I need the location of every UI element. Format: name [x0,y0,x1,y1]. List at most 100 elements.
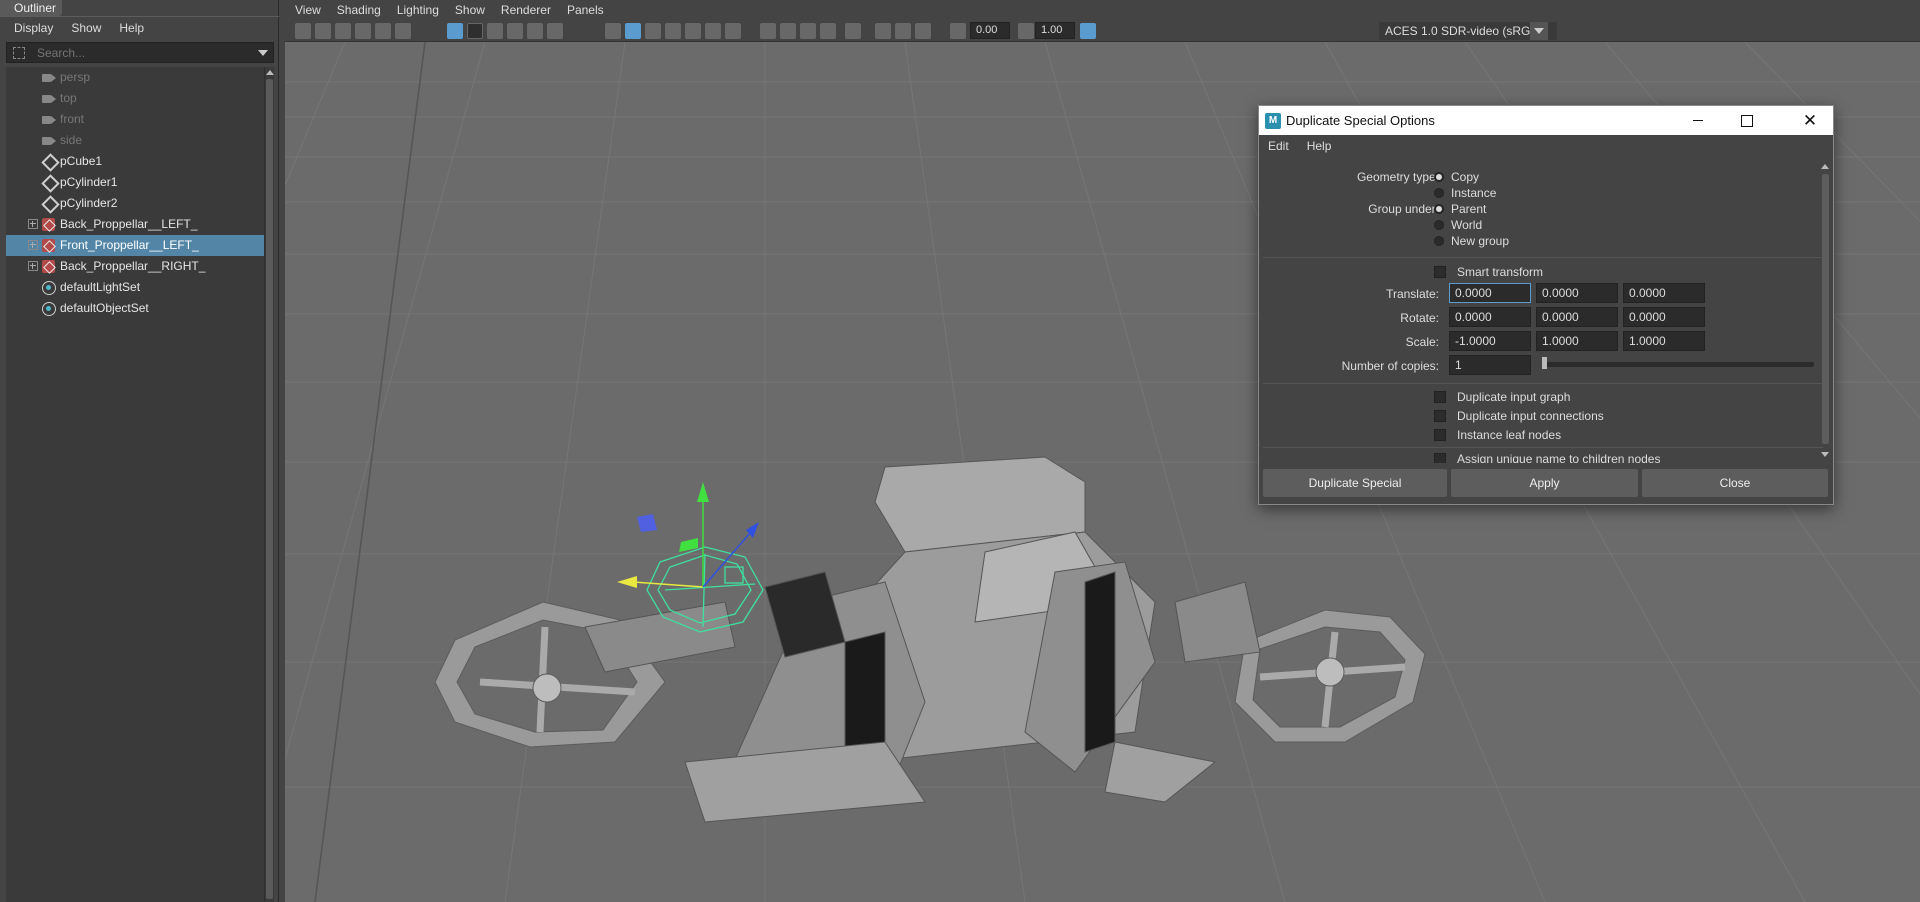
copies-slider-handle[interactable] [1542,357,1547,369]
dialog-scrollbar[interactable] [1820,162,1831,462]
menu-edit[interactable]: Edit [1268,139,1289,153]
shadows-icon[interactable] [725,23,741,39]
image-plane-icon[interactable] [335,23,351,39]
camera-select-icon[interactable] [295,23,311,39]
outliner-row[interactable]: Back_Proppellar__LEFT_ [6,214,264,235]
outliner-row[interactable]: Front_Proppellar__LEFT_ [6,235,264,256]
scale-y-field[interactable]: 1.0000 [1536,331,1618,351]
film-gate-icon[interactable] [467,23,483,39]
assign-unique-name-checkbox[interactable] [1434,453,1446,463]
gamma-field[interactable]: 1.00 [1035,22,1075,39]
expand-icon[interactable] [28,240,38,250]
outliner-row[interactable]: defaultLightSet [6,277,264,298]
grid-icon[interactable] [447,23,463,39]
menu-help[interactable]: Help [1307,139,1332,153]
outliner-tab[interactable]: Outliner [0,0,62,16]
outliner-row[interactable]: persp [6,67,264,88]
duplicate-special-button[interactable]: Duplicate Special [1263,469,1447,497]
copies-field[interactable]: 1 [1449,355,1531,375]
isolate-select-icon[interactable] [845,23,861,39]
resolution-gate-icon[interactable] [487,23,503,39]
outliner-row[interactable]: front [6,109,264,130]
translate-z-field[interactable]: 0.0000 [1623,283,1705,303]
default-material-icon[interactable] [645,23,661,39]
depth-of-field-icon[interactable] [820,23,836,39]
rotate-z-field[interactable]: 0.0000 [1623,307,1705,327]
scroll-thumb[interactable] [1822,174,1829,444]
menu-show[interactable]: Show [71,21,101,35]
motion-blur-icon[interactable] [780,23,796,39]
outliner-row[interactable]: defaultObjectSet [6,298,264,319]
close-button[interactable]: Close [1642,469,1828,497]
translate-y-field[interactable]: 0.0000 [1536,283,1618,303]
grease-pencil-icon[interactable] [395,23,411,39]
gate-mask-icon[interactable] [507,23,523,39]
translate-x-field[interactable]: 0.0000 [1449,283,1531,303]
radio-parent[interactable] [1434,204,1444,214]
outliner-row[interactable]: pCube1 [6,151,264,172]
scroll-thumb[interactable] [266,79,273,899]
2d-pan-zoom-icon[interactable] [375,23,391,39]
minimize-button[interactable] [1675,106,1721,135]
dialog-titlebar[interactable]: M Duplicate Special Options ✕ [1259,106,1833,135]
radio-world[interactable] [1434,220,1444,230]
smooth-shade-icon[interactable] [625,23,641,39]
search-input[interactable] [37,44,257,61]
radio-copy[interactable] [1434,172,1444,182]
filter-icon[interactable] [13,47,25,59]
menu-panels[interactable]: Panels [567,3,604,17]
scale-z-field[interactable]: 1.0000 [1623,331,1705,351]
exposure-icon[interactable] [950,23,966,39]
camera-attributes-icon[interactable] [315,23,331,39]
apply-button[interactable]: Apply [1451,469,1638,497]
outliner-row[interactable]: side [6,130,264,151]
xray-joints-icon[interactable] [895,23,911,39]
scroll-down-icon[interactable] [1821,452,1829,457]
menu-view[interactable]: View [295,3,321,17]
field-chart-icon[interactable] [527,23,543,39]
instance-leaf-nodes-checkbox[interactable] [1434,429,1446,441]
wireframe-icon[interactable] [605,23,621,39]
chevron-down-icon[interactable] [258,50,268,56]
duplicate-input-connections-checkbox[interactable] [1434,410,1446,422]
copies-slider[interactable] [1542,362,1814,367]
exposure-field[interactable]: 0.00 [970,22,1010,39]
radio-new-group[interactable] [1434,236,1444,246]
color-management-icon[interactable] [1080,23,1096,39]
xray-icon[interactable] [875,23,891,39]
menu-lighting[interactable]: Lighting [397,3,439,17]
close-icon[interactable]: ✕ [1797,106,1823,135]
menu-renderer[interactable]: Renderer [501,3,551,17]
outliner-row[interactable]: pCylinder2 [6,193,264,214]
expand-icon[interactable] [28,261,38,271]
outliner-scrollbar[interactable] [264,67,274,902]
gamma-icon[interactable] [1018,23,1034,39]
anti-aliasing-icon[interactable] [800,23,816,39]
outliner-row[interactable]: top [6,88,264,109]
menu-help[interactable]: Help [119,21,144,35]
scroll-up-icon[interactable] [1821,164,1829,169]
rotate-y-field[interactable]: 0.0000 [1536,307,1618,327]
smart-transform-checkbox[interactable] [1434,266,1446,278]
outliner-row[interactable]: pCylinder1 [6,172,264,193]
maximize-button[interactable] [1723,106,1769,135]
chevron-down-icon[interactable] [1530,22,1548,40]
expand-icon[interactable] [28,219,38,229]
menu-display[interactable]: Display [14,21,53,35]
wireframe-on-shaded-icon[interactable] [665,23,681,39]
lighting-icon[interactable] [705,23,721,39]
bookmark-icon[interactable] [355,23,371,39]
ambient-occlusion-icon[interactable] [760,23,776,39]
duplicate-input-graph-checkbox[interactable] [1434,391,1446,403]
menu-shading[interactable]: Shading [337,3,381,17]
radio-instance[interactable] [1434,188,1444,198]
safe-action-icon[interactable] [547,23,563,39]
textured-icon[interactable] [685,23,701,39]
xray-components-icon[interactable] [915,23,931,39]
rotate-x-field[interactable]: 0.0000 [1449,307,1531,327]
scroll-up-icon[interactable] [266,70,274,75]
scale-x-field[interactable]: -1.0000 [1449,331,1531,351]
menu-show[interactable]: Show [455,3,485,17]
rotate-label: Rotate: [1400,311,1439,325]
outliner-row[interactable]: Back_Proppellar__RIGHT_ [6,256,264,277]
